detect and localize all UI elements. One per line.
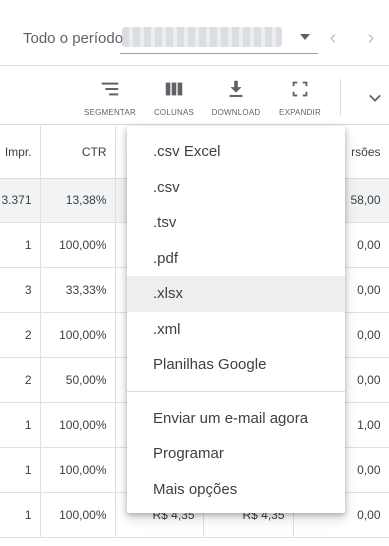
chevron-right-icon: › xyxy=(367,27,375,49)
menu-item-google-sheets[interactable]: Planilhas Google xyxy=(127,347,345,383)
menu-item-more-options[interactable]: Mais opções xyxy=(127,472,345,508)
menu-item-xlsx[interactable]: .xlsx xyxy=(127,276,345,312)
menu-item-xml[interactable]: .xml xyxy=(127,312,345,348)
table-cell: 100,00% xyxy=(40,312,116,358)
expand-label: EXPANDIR xyxy=(279,108,321,117)
menu-item-schedule[interactable]: Programar xyxy=(127,436,345,472)
segment-button[interactable]: SEGMENTAR xyxy=(80,78,140,117)
date-range-bar: Todo o período ‹ › xyxy=(0,0,389,66)
expand-icon xyxy=(292,81,308,97)
menu-item-email-now[interactable]: Enviar um e-mail agora xyxy=(127,401,345,437)
menu-item-tsv[interactable]: .tsv xyxy=(127,205,345,241)
column-header-ctr[interactable]: CTR xyxy=(40,126,116,179)
menu-divider xyxy=(127,390,345,392)
table-cell: 50,00% xyxy=(40,357,116,403)
chevron-left-icon: ‹ xyxy=(329,27,337,49)
segment-icon xyxy=(101,82,119,96)
date-dropdown-caret-icon[interactable] xyxy=(300,34,310,40)
table-cell: 100,00% xyxy=(40,492,116,538)
table-cell: 3 xyxy=(0,267,41,313)
segment-label: SEGMENTAR xyxy=(84,108,136,117)
table-cell: 33,33% xyxy=(40,267,116,313)
table-cell: 2 xyxy=(0,312,41,358)
download-label: DOWNLOAD xyxy=(211,108,261,117)
columns-icon xyxy=(165,82,183,96)
columns-button[interactable]: COLUNAS xyxy=(146,78,202,117)
menu-item-csv-excel[interactable]: .csv Excel xyxy=(127,134,345,170)
menu-item-pdf[interactable]: .pdf xyxy=(127,241,345,277)
date-range-value[interactable] xyxy=(122,27,282,47)
download-icon xyxy=(229,80,243,97)
menu-item-csv[interactable]: .csv xyxy=(127,170,345,206)
next-period-button[interactable]: › xyxy=(360,26,382,50)
download-menu: .csv Excel .csv .tsv .pdf .xlsx .xml Pla… xyxy=(127,126,345,513)
table-cell: 3.371 xyxy=(0,178,41,223)
table-cell: 100,00% xyxy=(40,447,116,493)
column-header-impressions[interactable]: Impr. xyxy=(0,126,41,179)
table-cell: 1 xyxy=(0,447,41,493)
table-cell: 1 xyxy=(0,492,41,538)
chevron-down-icon[interactable] xyxy=(366,89,384,107)
columns-label: COLUNAS xyxy=(153,108,195,117)
date-range-underline xyxy=(120,53,318,54)
table-cell: 100,00% xyxy=(40,222,116,268)
date-range-label: Todo o período xyxy=(23,30,124,47)
download-button[interactable]: DOWNLOAD xyxy=(206,78,266,117)
report-toolbar: SEGMENTAR COLUNAS DOWNLOAD EXPANDIR xyxy=(0,67,389,125)
table-cell: 100,00% xyxy=(40,402,116,448)
table-cell: 1 xyxy=(0,402,41,448)
table-cell: 13,38% xyxy=(40,178,116,223)
expand-button[interactable]: EXPANDIR xyxy=(272,78,328,117)
table-cell: 2 xyxy=(0,357,41,403)
previous-period-button[interactable]: ‹ xyxy=(322,26,344,50)
toolbar-divider xyxy=(340,79,341,115)
table-cell: 1 xyxy=(0,222,41,268)
